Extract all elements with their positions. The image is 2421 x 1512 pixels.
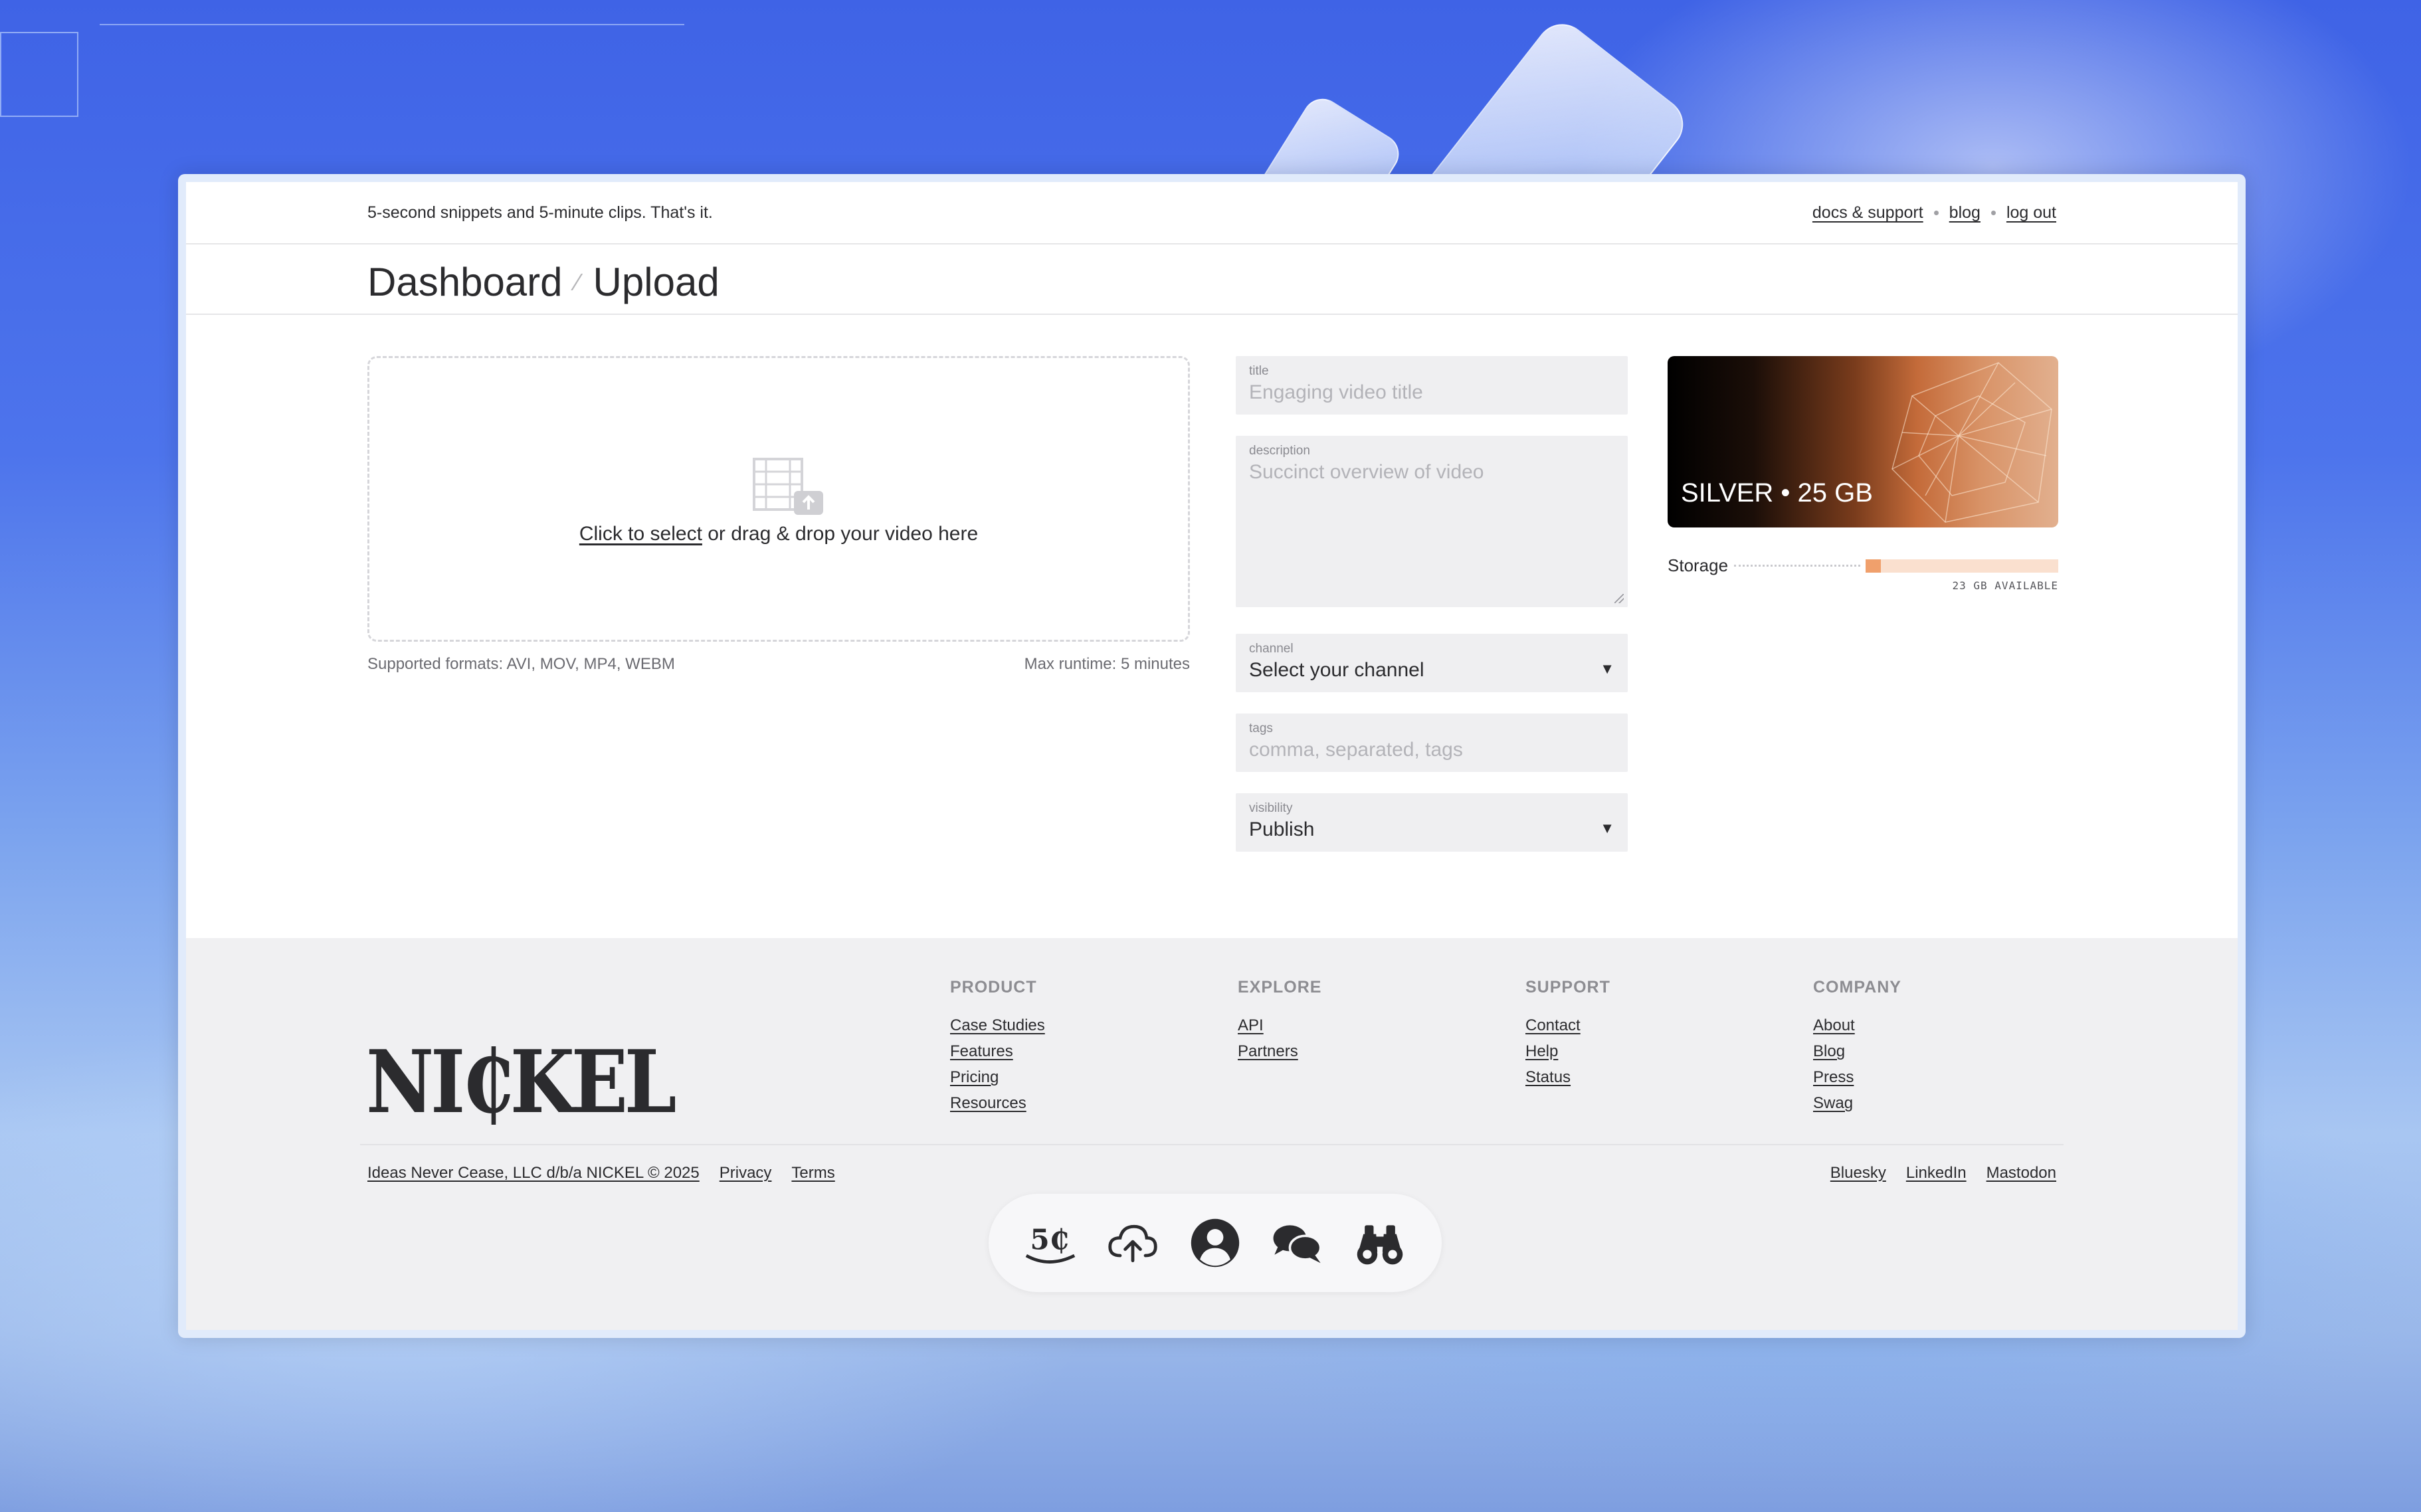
video-upload-icon — [753, 458, 826, 522]
top-bar: 5-second snippets and 5-minute clips. Th… — [186, 182, 2238, 244]
footer-link-swag[interactable]: Swag — [1813, 1095, 1901, 1111]
chat-bubbles-icon[interactable] — [1271, 1216, 1324, 1270]
app-dock: 5₵ — [989, 1194, 1442, 1292]
visibility-select[interactable]: visibility Publish ▼ — [1236, 793, 1628, 852]
bluesky-link[interactable]: Bluesky — [1830, 1164, 1886, 1182]
footer: NI₵KEL PRODUCT Case Studies Features Pri… — [186, 938, 2238, 1330]
footer-column-company: COMPANY About Blog Press Swag — [1813, 978, 1901, 1121]
code-decoration — [0, 32, 78, 117]
storage-label: Storage — [1668, 555, 1729, 575]
storage-bar — [1866, 559, 2058, 573]
breadcrumb-separator: ⁄ — [575, 268, 580, 296]
footer-heading: EXPLORE — [1238, 978, 1322, 996]
footer-link-status[interactable]: Status — [1525, 1069, 1610, 1086]
title-bar: Dashboard ⁄ Upload — [186, 246, 2238, 315]
resize-handle-icon[interactable] — [1614, 594, 1624, 603]
storage-leader-dots — [1734, 565, 1860, 567]
legal-links: Ideas Never Cease, LLC d/b/a NICKEL © 20… — [367, 1164, 835, 1182]
footer-link-press[interactable]: Press — [1813, 1069, 1901, 1086]
plan-card: SILVER • 25 GB — [1668, 356, 2058, 527]
description-placeholder: Succinct overview of video — [1249, 461, 1484, 483]
description-label: description — [1249, 444, 1310, 458]
footer-link-help[interactable]: Help — [1525, 1043, 1610, 1060]
title-input[interactable]: title Engaging video title — [1236, 356, 1628, 415]
title-label: title — [1249, 364, 1269, 378]
mastodon-link[interactable]: Mastodon — [1986, 1164, 2056, 1182]
dropdown-caret-icon: ▼ — [1600, 660, 1614, 677]
supported-formats: Supported formats: AVI, MOV, MP4, WEBM — [367, 655, 675, 673]
footer-heading: COMPANY — [1813, 978, 1901, 996]
logout-link[interactable]: log out — [2006, 203, 2056, 223]
footer-link-contact[interactable]: Contact — [1525, 1017, 1610, 1034]
binoculars-icon[interactable] — [1353, 1216, 1406, 1270]
user-profile-icon[interactable] — [1189, 1216, 1242, 1270]
breadcrumb-current: Upload — [593, 260, 720, 304]
channel-value: Select your channel — [1249, 659, 1424, 681]
tags-input[interactable]: tags comma, separated, tags — [1236, 713, 1628, 772]
footer-column-explore: EXPLORE API Partners — [1238, 978, 1321, 1069]
dropdown-caret-icon: ▼ — [1600, 820, 1614, 836]
plan-label: SILVER • 25 GB — [1681, 478, 1873, 508]
footer-link-blog[interactable]: Blog — [1813, 1043, 1901, 1060]
separator-dot — [1990, 211, 1996, 215]
code-decoration-line — [100, 24, 684, 25]
footer-column-product: PRODUCT Case Studies Features Pricing Re… — [950, 978, 1045, 1121]
title-placeholder: Engaging video title — [1249, 381, 1423, 403]
footer-link-features[interactable]: Features — [950, 1043, 1045, 1060]
dropzone-text: Click to select or drag & drop your vide… — [369, 523, 1188, 545]
max-runtime: Max runtime: 5 minutes — [1024, 655, 1190, 673]
app-window: 5-second snippets and 5-minute clips. Th… — [178, 174, 2246, 1338]
visibility-value: Publish — [1249, 818, 1315, 840]
blog-link[interactable]: blog — [1949, 203, 1981, 223]
click-to-select-link[interactable]: Click to select — [579, 523, 702, 545]
privacy-link[interactable]: Privacy — [720, 1164, 772, 1182]
storage-bar-fill — [1866, 559, 1882, 573]
footer-link-api[interactable]: API — [1238, 1017, 1321, 1034]
footer-link-pricing[interactable]: Pricing — [950, 1069, 1045, 1086]
social-links: Bluesky LinkedIn Mastodon — [1830, 1164, 2056, 1182]
docs-support-link[interactable]: docs & support — [1812, 203, 1923, 223]
footer-divider — [360, 1144, 2064, 1145]
breadcrumb-dashboard[interactable]: Dashboard — [367, 259, 563, 305]
nickel-coin-icon[interactable]: 5₵ — [1024, 1216, 1077, 1270]
top-links: docs & support blog log out — [1812, 203, 2056, 223]
channel-label: channel — [1249, 642, 1294, 656]
copyright-link[interactable]: Ideas Never Cease, LLC d/b/a NICKEL © 20… — [367, 1164, 700, 1182]
storage-meter: Storage 23 GB AVAILABLE — [1668, 555, 2058, 595]
cloud-upload-icon[interactable] — [1106, 1216, 1159, 1270]
tags-label: tags — [1249, 721, 1273, 735]
svg-text:5₵: 5₵ — [1030, 1224, 1069, 1256]
description-textarea[interactable]: description Succinct overview of video — [1236, 436, 1628, 607]
footer-heading: SUPPORT — [1525, 978, 1610, 996]
channel-select[interactable]: channel Select your channel ▼ — [1236, 634, 1628, 692]
tags-placeholder: comma, separated, tags — [1249, 739, 1463, 761]
footer-link-partners[interactable]: Partners — [1238, 1043, 1321, 1060]
footer-link-case-studies[interactable]: Case Studies — [950, 1017, 1045, 1034]
footer-heading: PRODUCT — [950, 978, 1037, 996]
breadcrumb: Dashboard ⁄ Upload — [367, 259, 720, 305]
storage-available: 23 GB AVAILABLE — [1952, 579, 2058, 592]
footer-column-support: SUPPORT Contact Help Status — [1525, 978, 1610, 1095]
video-dropzone[interactable]: Click to select or drag & drop your vide… — [367, 356, 1190, 642]
visibility-label: visibility — [1249, 801, 1293, 815]
tagline: 5-second snippets and 5-minute clips. Th… — [367, 203, 713, 222]
terms-link[interactable]: Terms — [791, 1164, 834, 1182]
nickel-logo[interactable]: NI₵KEL — [366, 1031, 676, 1133]
crystal-wireframe-icon — [1891, 362, 2052, 523]
separator-dot — [1933, 211, 1939, 215]
linkedin-link[interactable]: LinkedIn — [1906, 1164, 1967, 1182]
dropzone-instruction: or drag & drop your video here — [702, 523, 979, 545]
footer-link-about[interactable]: About — [1813, 1017, 1901, 1034]
footer-link-resources[interactable]: Resources — [950, 1095, 1045, 1111]
